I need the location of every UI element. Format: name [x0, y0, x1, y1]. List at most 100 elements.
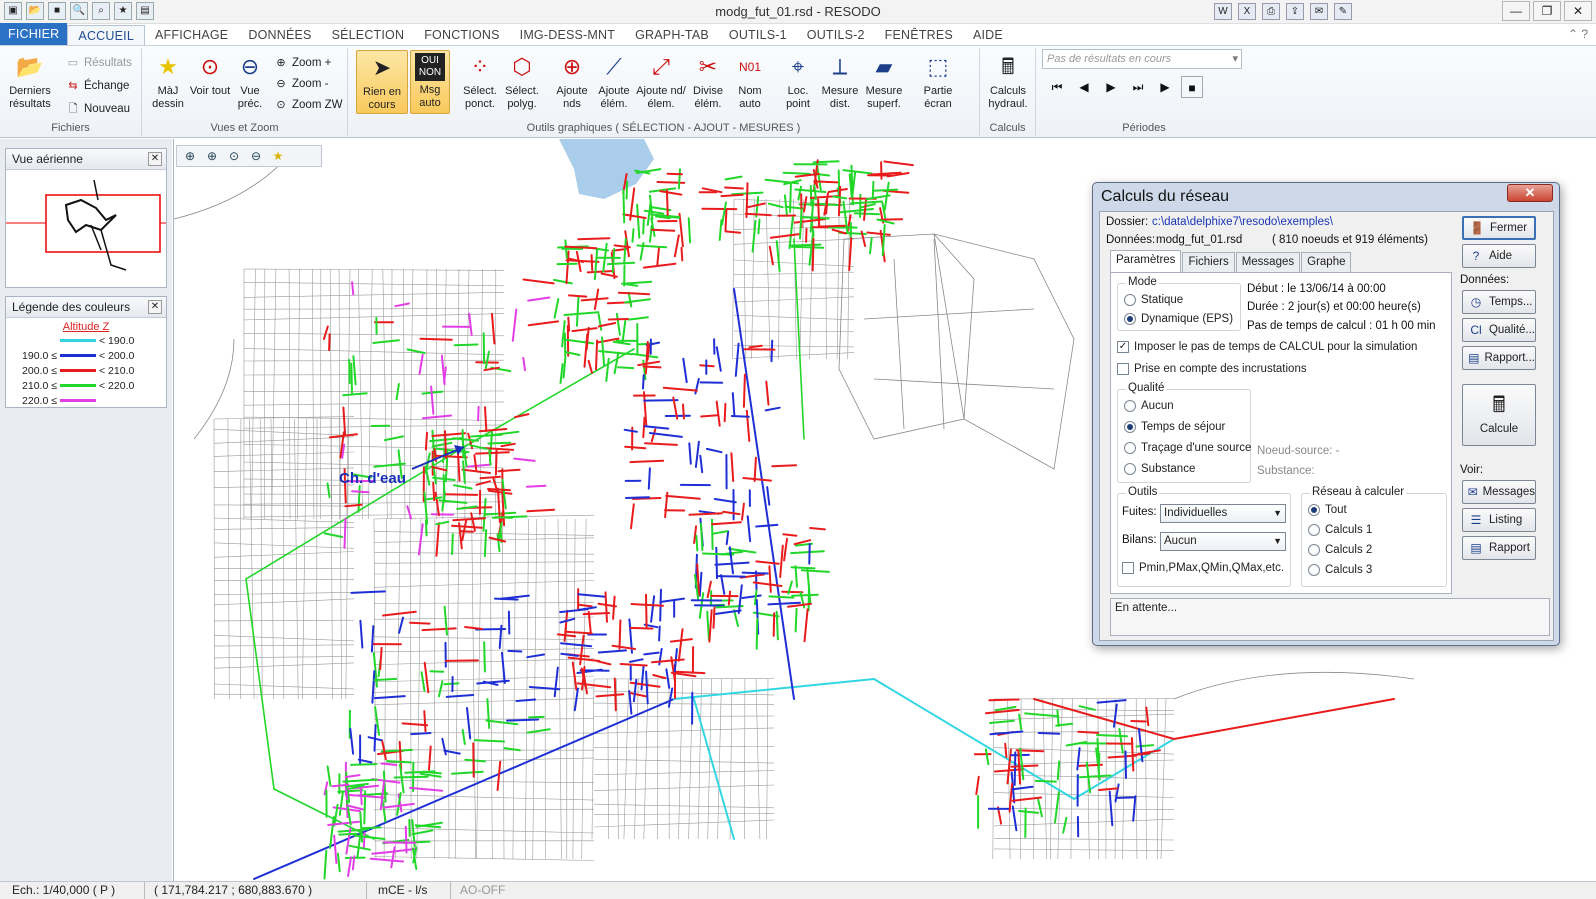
pipe-segment[interactable] — [475, 451, 510, 455]
calcul3-radio[interactable]: Calculs 3 — [1308, 564, 1372, 576]
zoom-out-icon[interactable]: ⊖ — [247, 148, 265, 164]
pipe-segment[interactable] — [675, 670, 706, 675]
pipe-segment[interactable] — [693, 698, 735, 840]
pipe-segment[interactable] — [571, 661, 578, 691]
pipe-segment[interactable] — [351, 281, 355, 296]
pipe-segment[interactable] — [755, 560, 780, 565]
pipe-segment[interactable] — [420, 671, 426, 692]
pipe-segment[interactable] — [564, 239, 568, 259]
pipe-segment[interactable] — [644, 442, 678, 446]
pipe-segment[interactable] — [444, 659, 479, 662]
pipe-segment[interactable] — [430, 385, 435, 415]
zoom-zw-button[interactable]: ⊙ Zoom ZW — [274, 96, 342, 114]
pipe-segment[interactable] — [627, 316, 649, 321]
pipe-segment[interactable] — [382, 847, 418, 854]
pipe-segment[interactable] — [351, 490, 370, 494]
pipe-segment[interactable] — [755, 570, 758, 591]
pipe-segment[interactable] — [451, 524, 483, 529]
pipe-segment[interactable] — [715, 546, 718, 580]
temps-button[interactable]: ◷ Temps... — [1462, 290, 1536, 314]
pipe-segment[interactable] — [1108, 790, 1114, 827]
pipe-segment[interactable] — [643, 651, 660, 656]
pipe-segment[interactable] — [338, 832, 358, 836]
rapport-button[interactable]: ▤ Rapport... — [1462, 346, 1536, 370]
pipe-segment[interactable] — [711, 530, 729, 535]
legend-subtitle[interactable]: Altitude Z — [6, 321, 166, 333]
pipe-segment[interactable] — [682, 357, 688, 384]
tab-graphe[interactable]: Graphe — [1301, 252, 1352, 272]
pipe-segment[interactable] — [640, 665, 645, 691]
pipe-segment[interactable] — [359, 619, 364, 649]
word-icon[interactable]: W — [1214, 3, 1232, 20]
pipe-segment[interactable] — [636, 244, 668, 249]
pipe-segment[interactable] — [665, 668, 671, 689]
pipe-segment[interactable] — [349, 794, 385, 799]
close-button[interactable]: ✕ — [1564, 1, 1592, 21]
pipe-segment[interactable] — [724, 230, 742, 234]
pipe-segment[interactable] — [487, 489, 513, 495]
pipe-segment[interactable] — [665, 494, 701, 500]
pipe-segment[interactable] — [694, 440, 700, 468]
pipe-segment[interactable] — [645, 593, 648, 629]
pipe-segment[interactable] — [698, 571, 703, 597]
pipe-segment[interactable] — [781, 590, 804, 594]
pipe-segment[interactable] — [253, 698, 675, 880]
pipe-segment[interactable] — [386, 760, 412, 764]
tab-aide[interactable]: AIDE — [963, 25, 1013, 45]
pipe-segment[interactable] — [837, 185, 842, 217]
pipe-segment[interactable] — [527, 296, 551, 302]
pipe-segment[interactable] — [564, 338, 595, 345]
pipe-segment[interactable] — [816, 202, 843, 207]
pipe-segment[interactable] — [585, 326, 590, 351]
resultats-button[interactable]: ▭ Résultats — [66, 54, 132, 72]
pipe-segment[interactable] — [649, 224, 653, 243]
pipe-segment[interactable] — [393, 775, 429, 779]
pipe-segment[interactable] — [678, 212, 684, 248]
pipe-segment[interactable] — [452, 484, 473, 490]
pipe-segment[interactable] — [1056, 760, 1061, 781]
pipe-segment[interactable] — [708, 609, 713, 643]
pipe-segment[interactable] — [613, 351, 620, 375]
pipe-segment[interactable] — [741, 594, 762, 599]
pipe-segment[interactable] — [617, 366, 635, 370]
pipe-segment[interactable] — [725, 530, 730, 546]
pipe-segment[interactable] — [431, 432, 467, 437]
pipe-segment[interactable] — [522, 278, 555, 285]
pipe-segment[interactable] — [404, 770, 436, 774]
pipe-segment[interactable] — [715, 400, 721, 427]
pipe-segment[interactable] — [714, 609, 742, 615]
pipe-segment[interactable] — [441, 737, 447, 756]
pipe-segment[interactable] — [767, 202, 784, 209]
pipe-segment[interactable] — [793, 238, 805, 440]
pipe-segment[interactable] — [560, 642, 593, 648]
periode-select[interactable]: Pas de résultats en cours ▾ — [1042, 49, 1242, 69]
zoom-window-icon[interactable]: ⊙ — [225, 148, 243, 164]
pipe-segment[interactable] — [607, 318, 629, 321]
pipe-segment[interactable] — [680, 246, 684, 262]
pipe-segment[interactable] — [643, 399, 679, 402]
pipe-segment[interactable] — [373, 695, 406, 700]
tracage-radio[interactable]: Traçage d'une source — [1124, 442, 1251, 454]
pipe-segment[interactable] — [825, 198, 829, 215]
pipe-segment[interactable] — [699, 454, 704, 474]
pipe-segment[interactable] — [329, 815, 335, 849]
pipe-segment[interactable] — [624, 445, 647, 450]
pipe-segment[interactable] — [571, 327, 598, 333]
pipe-segment[interactable] — [362, 831, 366, 850]
nom-auto-button[interactable]: N01 Nom auto — [728, 50, 772, 114]
pipe-segment[interactable] — [794, 565, 798, 588]
pipe-segment[interactable] — [479, 475, 502, 480]
pipe-segment[interactable] — [453, 343, 479, 347]
pipe-segment[interactable] — [1056, 709, 1060, 727]
pipe-segment[interactable] — [636, 203, 641, 239]
pipe-segment[interactable] — [1008, 782, 1014, 813]
pipe-segment[interactable] — [381, 740, 387, 761]
nouveau-button[interactable]: 🗋 Nouveau — [66, 100, 130, 118]
pipe-segment[interactable] — [642, 416, 646, 439]
pipe-segment[interactable] — [443, 366, 447, 384]
pipe-segment[interactable] — [567, 316, 571, 332]
pipe-segment[interactable] — [429, 670, 445, 673]
tab-fichier[interactable]: FICHIER — [0, 23, 68, 45]
pipe-segment[interactable] — [461, 728, 466, 745]
pipe-segment[interactable] — [724, 186, 744, 190]
